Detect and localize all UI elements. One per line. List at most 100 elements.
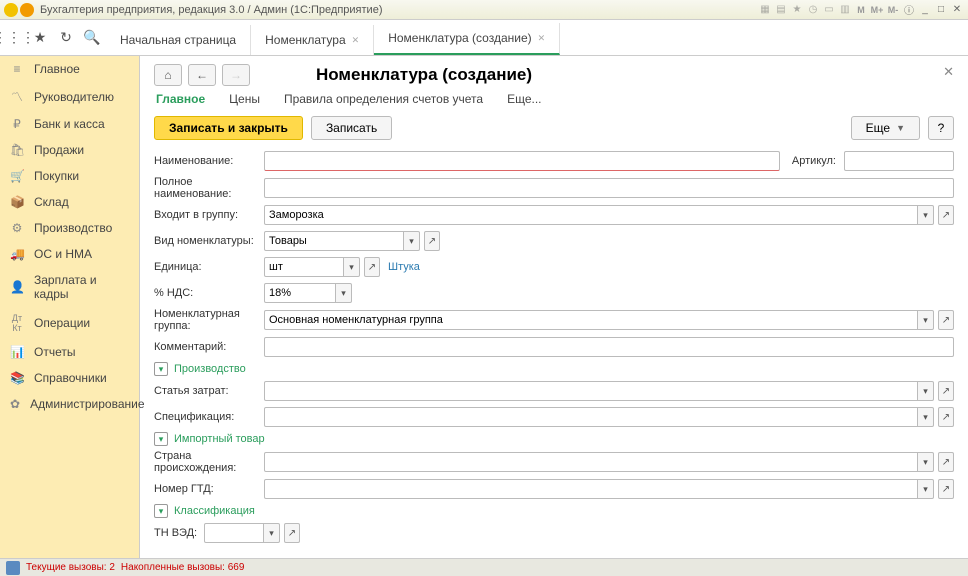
wc-grid-icon[interactable]: ▤ bbox=[774, 3, 788, 17]
search-icon[interactable]: 🔍 bbox=[84, 30, 100, 46]
section-import[interactable]: Импортный товар bbox=[174, 433, 265, 445]
sidebar-item-reports[interactable]: 📊Отчеты bbox=[0, 339, 139, 365]
dropdown-icon[interactable]: ▾ bbox=[404, 231, 420, 251]
subtab-prices[interactable]: Цены bbox=[229, 92, 260, 106]
dropdown-icon[interactable]: ▾ bbox=[336, 283, 352, 303]
costitem-input[interactable] bbox=[264, 381, 918, 401]
origin-input[interactable] bbox=[264, 452, 918, 472]
wc-clock-icon[interactable]: ◷ bbox=[806, 3, 820, 17]
back-button[interactable]: ← bbox=[188, 64, 216, 86]
status-bar: Текущие вызовы: 2 Накопленные вызовы: 66… bbox=[0, 558, 968, 576]
tnved-input[interactable] bbox=[204, 523, 264, 543]
name-input[interactable] bbox=[264, 151, 780, 171]
article-input[interactable] bbox=[844, 151, 954, 171]
sidebar-item-operations[interactable]: ДтКтОперации bbox=[0, 307, 139, 339]
open-ref-icon[interactable]: ↗ bbox=[938, 407, 954, 427]
open-ref-icon[interactable]: ↗ bbox=[938, 452, 954, 472]
dropdown-icon[interactable]: ▾ bbox=[918, 479, 934, 499]
star-icon[interactable]: ★ bbox=[32, 30, 48, 46]
group-input[interactable] bbox=[264, 205, 918, 225]
spec-input[interactable] bbox=[264, 407, 918, 427]
titlebar: Бухгалтерия предприятия, редакция 3.0 / … bbox=[0, 0, 968, 20]
sidebar-item-manager[interactable]: 〽Руководителю bbox=[0, 82, 139, 111]
open-ref-icon[interactable]: ↗ bbox=[938, 479, 954, 499]
section-class[interactable]: Классификация bbox=[174, 505, 255, 517]
open-ref-icon[interactable]: ↗ bbox=[284, 523, 300, 543]
forward-button[interactable]: → bbox=[222, 64, 250, 86]
save-button[interactable]: Записать bbox=[311, 116, 392, 140]
wc-calc-icon[interactable]: ▭ bbox=[822, 3, 836, 17]
status-calls: Текущие вызовы: 2 bbox=[26, 562, 115, 573]
vat-input[interactable] bbox=[264, 283, 336, 303]
fullname-input[interactable] bbox=[264, 178, 954, 198]
sidebar-item-refs[interactable]: 📚Справочники bbox=[0, 365, 139, 391]
minimize-button[interactable]: _ bbox=[918, 3, 932, 17]
sidebar-item-admin[interactable]: ✿Администрирование bbox=[0, 391, 139, 417]
more-button[interactable]: Еще▼ bbox=[851, 116, 920, 140]
wc-mplus-icon[interactable]: M+ bbox=[870, 3, 884, 17]
open-ref-icon[interactable]: ↗ bbox=[938, 205, 954, 225]
dropdown-icon[interactable]: ▾ bbox=[918, 452, 934, 472]
tab-nomenclature[interactable]: Номенклатура✕ bbox=[251, 25, 374, 55]
help-button[interactable]: ? bbox=[928, 116, 954, 140]
tab-close-icon[interactable]: ✕ bbox=[538, 33, 546, 44]
dropdown-icon[interactable]: ▾ bbox=[918, 205, 934, 225]
dropdown-icon[interactable]: ▾ bbox=[918, 310, 934, 330]
collapse-toggle[interactable]: ▾ bbox=[154, 432, 168, 446]
close-button[interactable]: ✕ bbox=[950, 3, 964, 17]
apps-icon[interactable]: ⋮⋮⋮ bbox=[6, 30, 22, 46]
dropdown-icon[interactable]: ▾ bbox=[918, 381, 934, 401]
sidebar-item-production[interactable]: ⚙Производство bbox=[0, 215, 139, 241]
wc-cal-icon[interactable]: ▥ bbox=[838, 3, 852, 17]
unit-input[interactable] bbox=[264, 257, 344, 277]
gtd-input[interactable] bbox=[264, 479, 918, 499]
sidebar-item-purchases[interactable]: 🛒Покупки bbox=[0, 163, 139, 189]
maximize-button[interactable]: □ bbox=[934, 3, 948, 17]
label-tnved: ТН ВЭД: bbox=[154, 527, 204, 539]
sidebar-item-label: Главное bbox=[34, 62, 80, 76]
sidebar-item-assets[interactable]: 🚚ОС и НМА bbox=[0, 241, 139, 267]
subtab-rules[interactable]: Правила определения счетов учета bbox=[284, 92, 483, 106]
tab-start[interactable]: Начальная страница bbox=[106, 25, 251, 55]
wc-print-icon[interactable]: ▦ bbox=[758, 3, 772, 17]
open-ref-icon[interactable]: ↗ bbox=[938, 381, 954, 401]
sidebar-item-salary[interactable]: 👤Зарплата и кадры bbox=[0, 267, 139, 307]
dropdown-icon[interactable]: ▾ bbox=[344, 257, 360, 277]
open-ref-icon[interactable]: ↗ bbox=[364, 257, 380, 277]
subtab-main[interactable]: Главное bbox=[156, 92, 205, 106]
wc-fav-icon[interactable]: ★ bbox=[790, 3, 804, 17]
open-ref-icon[interactable]: ↗ bbox=[424, 231, 440, 251]
wc-m-icon[interactable]: M bbox=[854, 3, 868, 17]
home-button[interactable]: ⌂ bbox=[154, 64, 182, 86]
tab-close-icon[interactable]: ✕ bbox=[352, 35, 360, 46]
sidebar-item-stock[interactable]: 📦Склад bbox=[0, 189, 139, 215]
label-unit: Единица: bbox=[154, 261, 264, 273]
unit-link[interactable]: Штука bbox=[388, 261, 420, 273]
dropdown-icon[interactable]: ▾ bbox=[264, 523, 280, 543]
history-icon[interactable]: ↻ bbox=[58, 30, 74, 46]
subtab-more[interactable]: Еще... bbox=[507, 92, 541, 106]
collapse-toggle[interactable]: ▾ bbox=[154, 504, 168, 518]
window-title: Бухгалтерия предприятия, редакция 3.0 / … bbox=[40, 4, 758, 16]
dropdown-icon[interactable]: ▾ bbox=[918, 407, 934, 427]
window-controls: ▦ ▤ ★ ◷ ▭ ▥ M M+ M- ⓘ _ □ ✕ bbox=[758, 3, 964, 17]
wc-mminus-icon[interactable]: M- bbox=[886, 3, 900, 17]
tab-nomenclature-create[interactable]: Номенклатура (создание)✕ bbox=[374, 23, 560, 55]
form-close-icon[interactable]: ✕ bbox=[943, 64, 954, 80]
comment-input[interactable] bbox=[264, 337, 954, 357]
kind-input[interactable] bbox=[264, 231, 404, 251]
open-ref-icon[interactable]: ↗ bbox=[938, 310, 954, 330]
collapse-toggle[interactable]: ▾ bbox=[154, 362, 168, 376]
dk-icon: ДтКт bbox=[10, 313, 24, 333]
content-header: ⌂ ← → Номенклатура (создание) bbox=[154, 64, 954, 86]
section-production[interactable]: Производство bbox=[174, 363, 246, 375]
subtabs: Главное Цены Правила определения счетов … bbox=[156, 92, 954, 106]
sidebar-item-main[interactable]: ≡Главное bbox=[0, 56, 139, 82]
nomgroup-input[interactable] bbox=[264, 310, 918, 330]
save-close-button[interactable]: Записать и закрыть bbox=[154, 116, 303, 140]
status-icon bbox=[6, 561, 20, 575]
sidebar-item-label: Покупки bbox=[34, 169, 79, 183]
sidebar-item-sales[interactable]: 🛍Продажи bbox=[0, 137, 139, 163]
wc-info-icon[interactable]: ⓘ bbox=[902, 3, 916, 17]
sidebar-item-bank[interactable]: ₽Банк и касса bbox=[0, 111, 139, 137]
